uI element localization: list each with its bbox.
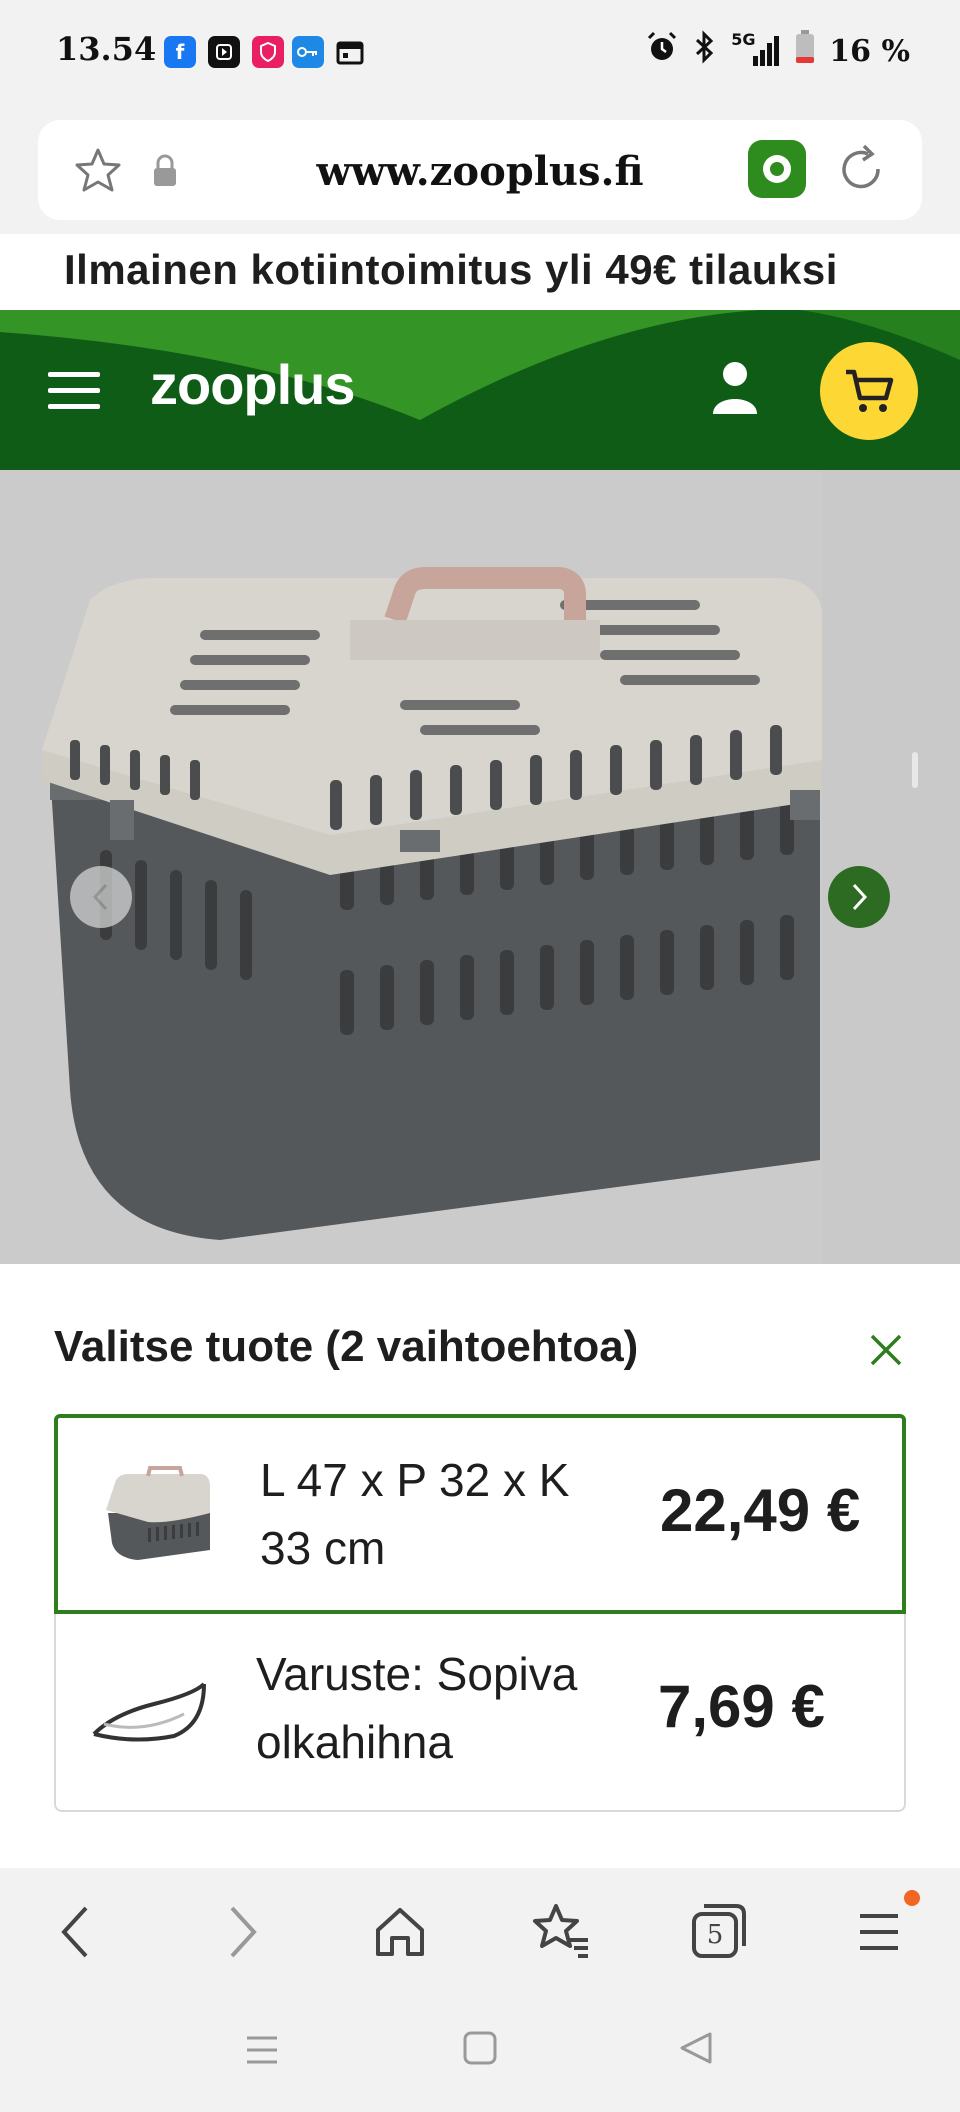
calendar-icon [334, 36, 366, 68]
back-nav-button[interactable] [678, 2030, 714, 2071]
battery-level: 16 % [829, 33, 910, 69]
variant-label-line2: olkahihna [256, 1716, 453, 1768]
browser-toolbar: 5 [0, 1868, 960, 1996]
reload-icon[interactable] [832, 140, 890, 203]
tabs-button[interactable]: 5 [690, 1902, 748, 1960]
promo-text: Ilmainen kotiintoimitus yli 49€ tilauksi [64, 246, 838, 293]
arrow-left-icon [61, 1906, 88, 1958]
bookmarks-button[interactable] [530, 1902, 592, 1965]
address-bar[interactable]: www.zooplus.fi [38, 120, 922, 220]
strap-thumbnail [92, 1682, 206, 1742]
chevron-left-icon [92, 883, 108, 911]
chevron-right-icon [852, 883, 868, 911]
cart-icon [846, 369, 894, 412]
forward-button[interactable] [222, 1904, 262, 1965]
account-icon[interactable] [710, 358, 760, 423]
signal-icon: 5G [729, 30, 781, 68]
recents-icon [247, 2036, 277, 2064]
play-icon [208, 36, 240, 68]
system-navigation-bar [0, 1996, 960, 2112]
zooplus-logo[interactable]: zooplus [150, 352, 356, 417]
home-icon [376, 1908, 424, 1956]
variant-label-line1: L 47 x P 32 x K [260, 1454, 570, 1506]
variant-price: 22,49 € [660, 1477, 861, 1544]
carousel-next-button[interactable] [828, 866, 890, 928]
arrow-right-icon [230, 1906, 257, 1958]
sheet-title: Valitse tuote (2 vaihtoehtoa) [54, 1322, 639, 1371]
variant-label-line2: 33 cm [260, 1522, 386, 1574]
home-button[interactable] [372, 1904, 428, 1965]
pet-carrier-image [0, 470, 960, 1264]
facebook-icon: f [164, 36, 196, 68]
key-icon [292, 36, 324, 68]
browser-menu-button[interactable] [856, 1906, 902, 1961]
close-icon [870, 1334, 902, 1366]
carrier-thumbnail [106, 1466, 210, 1560]
notification-dot [904, 1890, 920, 1906]
carousel-prev-button[interactable] [70, 866, 132, 928]
product-image-carousel[interactable] [0, 470, 960, 1264]
tab-count: 5 [706, 1920, 724, 1950]
status-bar: 13.54 f 5G 16 % [0, 0, 960, 108]
variant-label-line1: Varuste: Sopiva [256, 1648, 578, 1700]
status-time: 13.54 [56, 30, 157, 68]
alarm-icon [645, 30, 679, 72]
hamburger-menu-icon[interactable] [46, 368, 102, 417]
eye-comfort-icon[interactable] [748, 140, 806, 198]
back-button[interactable] [56, 1904, 96, 1965]
promo-banner[interactable]: Ilmainen kotiintoimitus yli 49€ tilauksi [0, 234, 960, 310]
cart-button[interactable] [820, 342, 918, 440]
site-header: zooplus [0, 310, 960, 470]
bookmark-list-icon [533, 1904, 588, 1958]
variant-price: 7,69 € [658, 1673, 825, 1740]
bluetooth-icon [693, 30, 715, 72]
close-sheet-button[interactable] [862, 1326, 910, 1374]
variant-option-strap[interactable]: Varuste: Sopiva olkahihna 7,69 € [54, 1614, 906, 1812]
battery-icon [795, 30, 815, 72]
variant-option-carrier[interactable]: L 47 x P 32 x K 33 cm 22,49 € [54, 1414, 906, 1614]
shield-icon [252, 36, 284, 68]
triangle-back-icon [680, 2032, 712, 2064]
home-nav-button[interactable] [462, 2030, 498, 2071]
square-icon [463, 2031, 497, 2065]
menu-icon [860, 1914, 898, 1950]
recent-apps-button[interactable] [244, 2032, 280, 2073]
header-wave-decoration [0, 310, 960, 470]
